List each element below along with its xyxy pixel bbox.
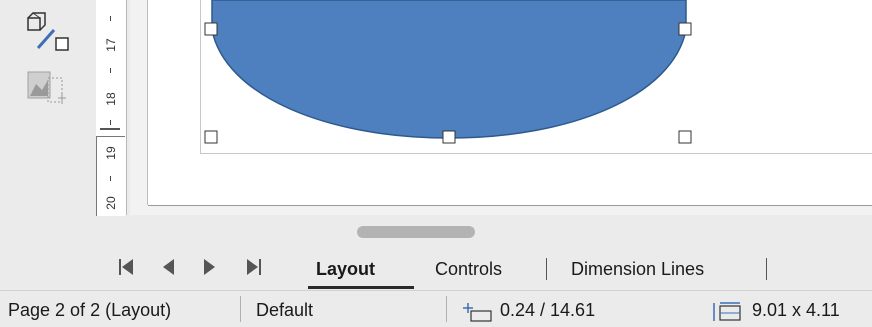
last-tab-icon (247, 259, 261, 275)
page-status[interactable]: Page 2 of 2 (Layout) (8, 300, 171, 321)
next-tab-button[interactable] (200, 256, 220, 278)
previous-tab-icon (163, 259, 174, 275)
tab-dimension-lines[interactable]: Dimension Lines (571, 255, 704, 283)
size-icon (712, 302, 744, 327)
first-tab-button[interactable] (116, 256, 136, 278)
ellipse[interactable] (211, 0, 687, 139)
position-readout: 0.24 / 14.61 (500, 300, 596, 320)
selection-handle[interactable] (204, 130, 218, 144)
scrollbar-thumb[interactable] (357, 226, 475, 238)
previous-tab-button[interactable] (158, 256, 178, 278)
selection-handle[interactable] (204, 22, 218, 36)
status-separator (240, 296, 241, 322)
selection-handle[interactable] (678, 22, 692, 36)
first-tab-icon (119, 259, 133, 275)
tab-separator (546, 258, 547, 280)
tab-layout[interactable]: Layout (316, 255, 375, 283)
size-readout: 9.01 x 4.11 (752, 300, 840, 320)
status-separator (446, 296, 447, 322)
last-tab-button[interactable] (244, 256, 264, 278)
horizontal-scrollbar[interactable] (92, 222, 872, 242)
selected-ellipse-shape[interactable] (0, 0, 872, 215)
tab-separator (766, 258, 767, 280)
selection-handle[interactable] (442, 130, 456, 144)
tab-controls[interactable]: Controls (435, 255, 502, 283)
selection-handle[interactable] (678, 130, 692, 144)
position-icon (462, 302, 494, 327)
next-tab-icon (204, 259, 215, 275)
active-tab-indicator (308, 286, 414, 289)
slide-style[interactable]: Default (256, 300, 313, 321)
